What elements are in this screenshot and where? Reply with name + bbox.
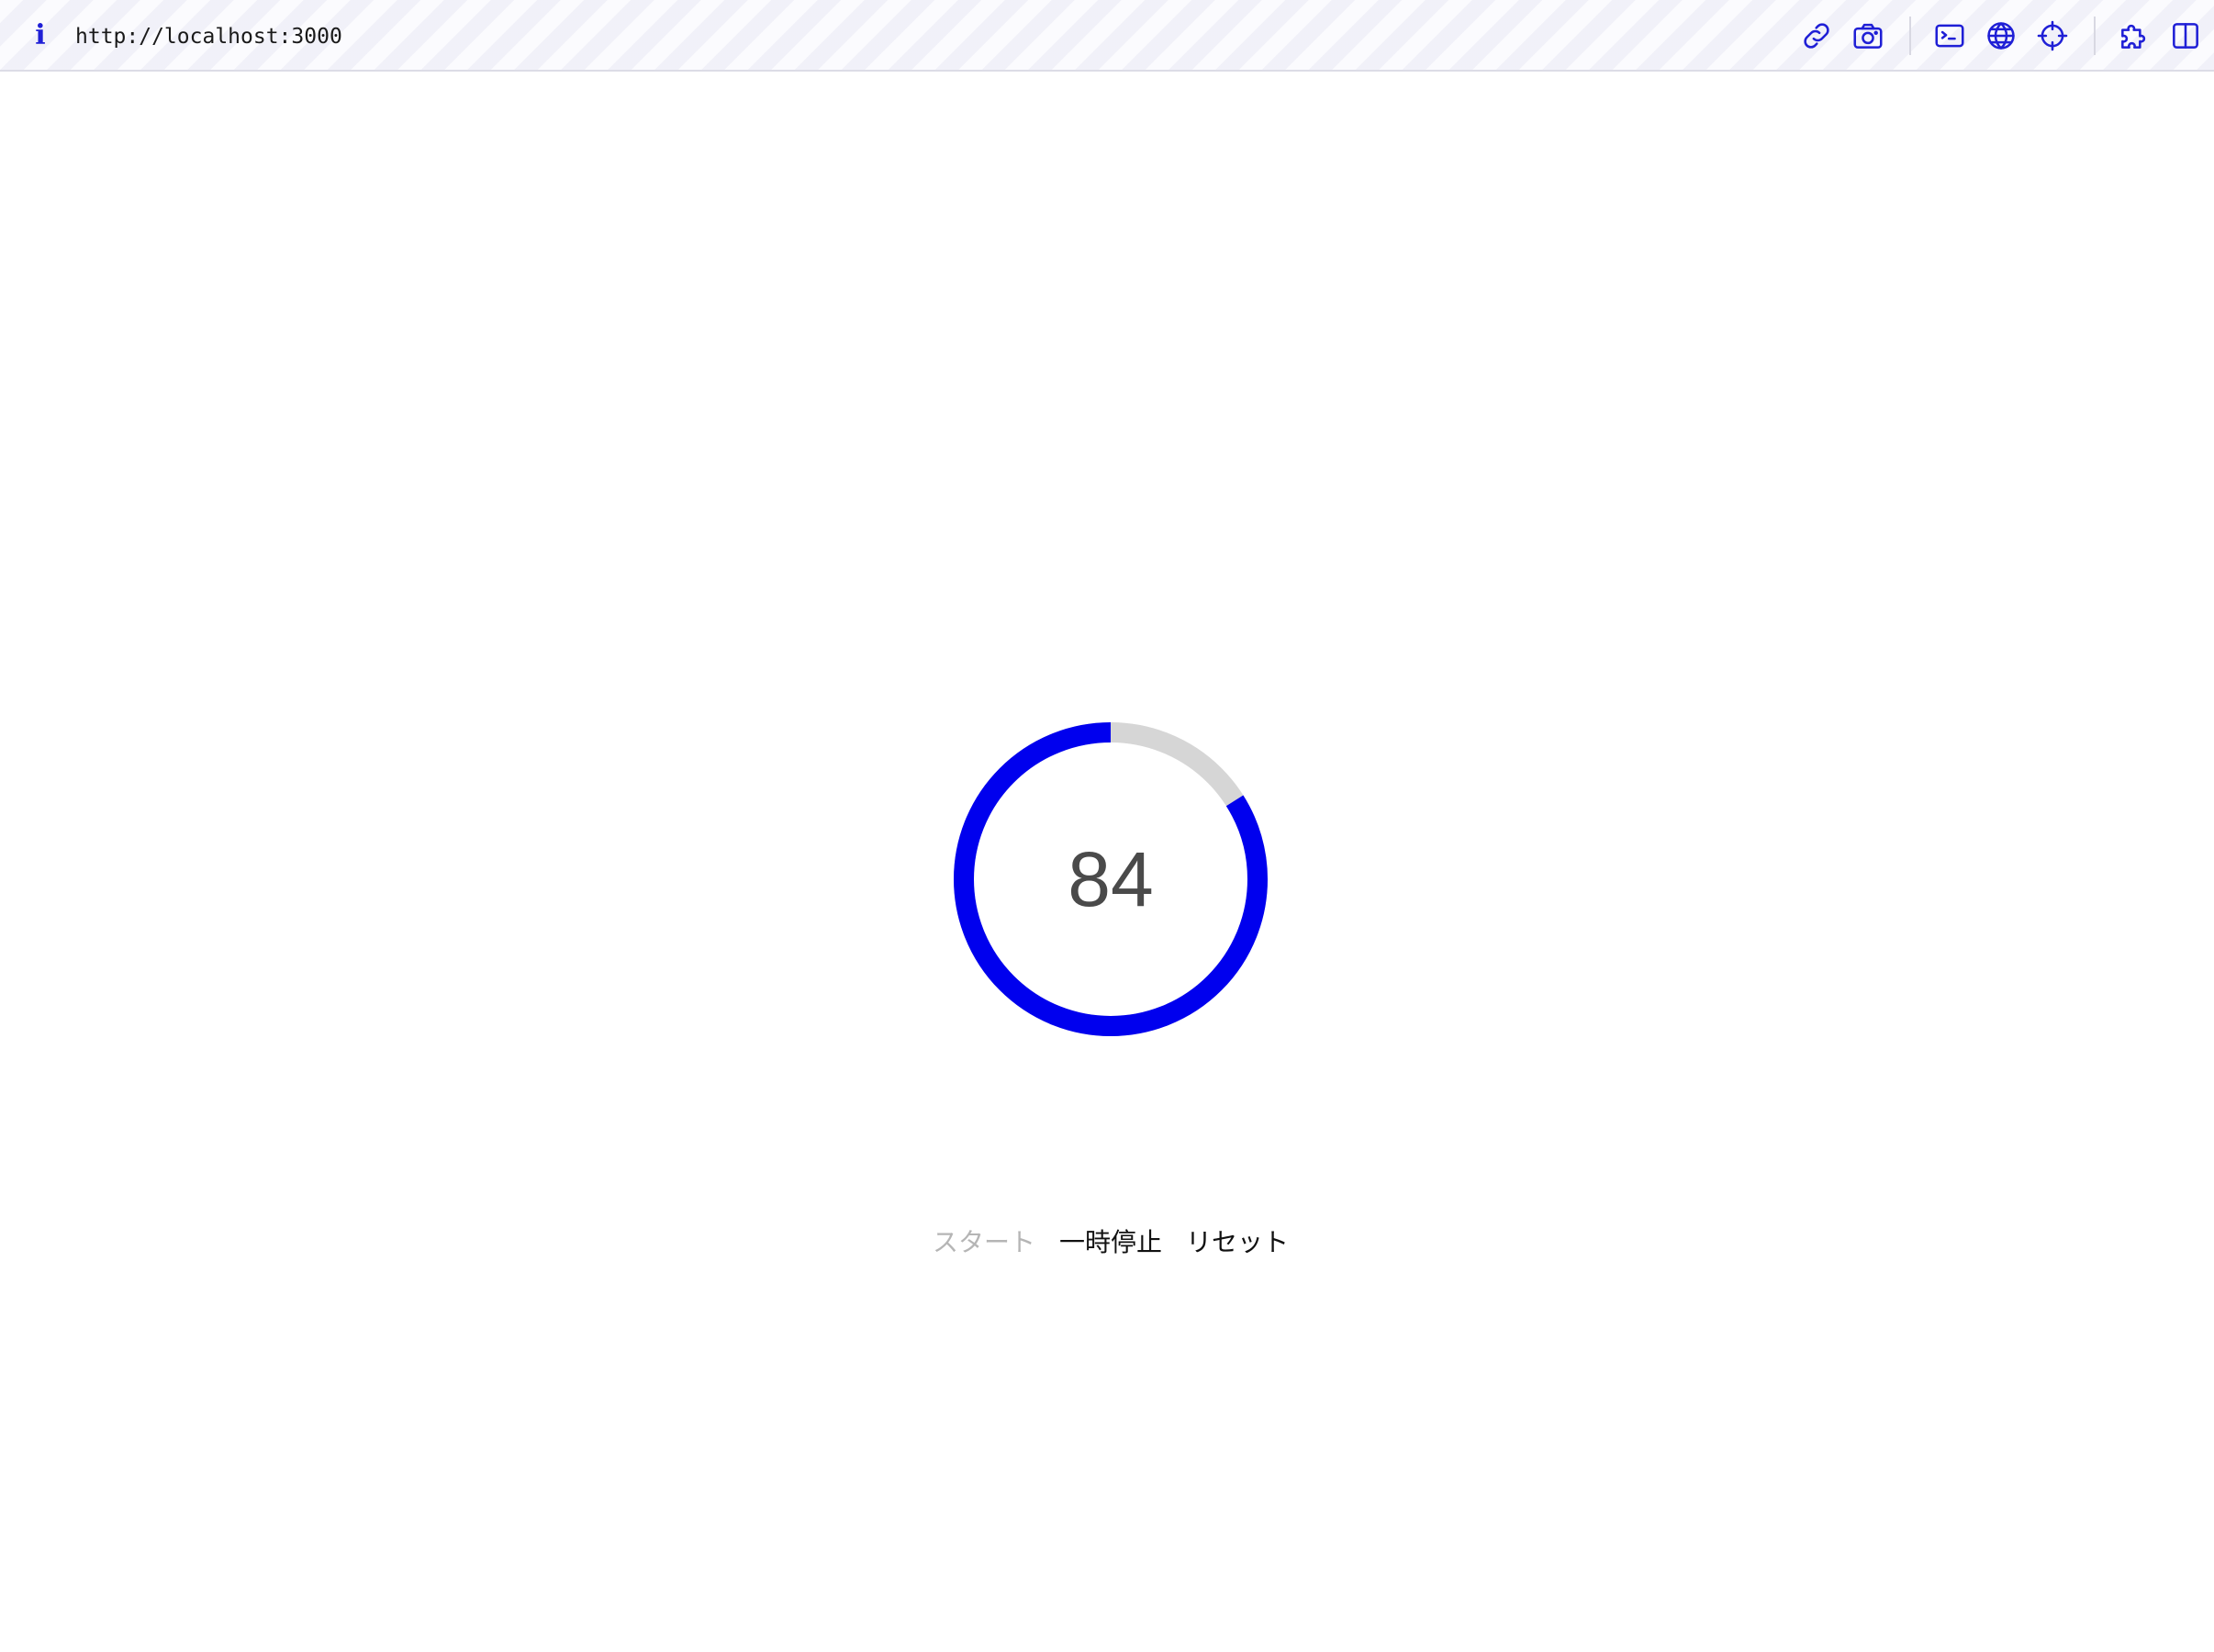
- browser-toolbar: i http://localhost:3000: [0, 0, 2214, 72]
- toolbar-divider: [1909, 17, 1911, 55]
- url-display[interactable]: http://localhost:3000: [75, 22, 342, 51]
- reset-button[interactable]: リセット: [1186, 1224, 1289, 1261]
- timer-controls: スタート 一時停止 リセット: [927, 1224, 1294, 1261]
- pause-button[interactable]: 一時停止: [1059, 1224, 1162, 1261]
- countdown-timer: 84: [953, 721, 1269, 1037]
- sidebar-icon[interactable]: [2168, 18, 2203, 53]
- terminal-icon[interactable]: [1932, 18, 1967, 53]
- puzzle-icon[interactable]: [2117, 18, 2152, 53]
- globe-icon[interactable]: [1984, 18, 2018, 53]
- timer-value: 84: [1068, 835, 1154, 922]
- camera-icon[interactable]: [1851, 18, 1885, 53]
- crosshair-icon[interactable]: [2035, 18, 2070, 53]
- link-icon[interactable]: [1799, 18, 1834, 53]
- info-icon[interactable]: i: [28, 20, 53, 51]
- start-button[interactable]: スタート: [933, 1224, 1035, 1261]
- app-content: 84 スタート 一時停止 リセット: [0, 72, 2214, 1652]
- toolbar-divider: [2094, 17, 2096, 55]
